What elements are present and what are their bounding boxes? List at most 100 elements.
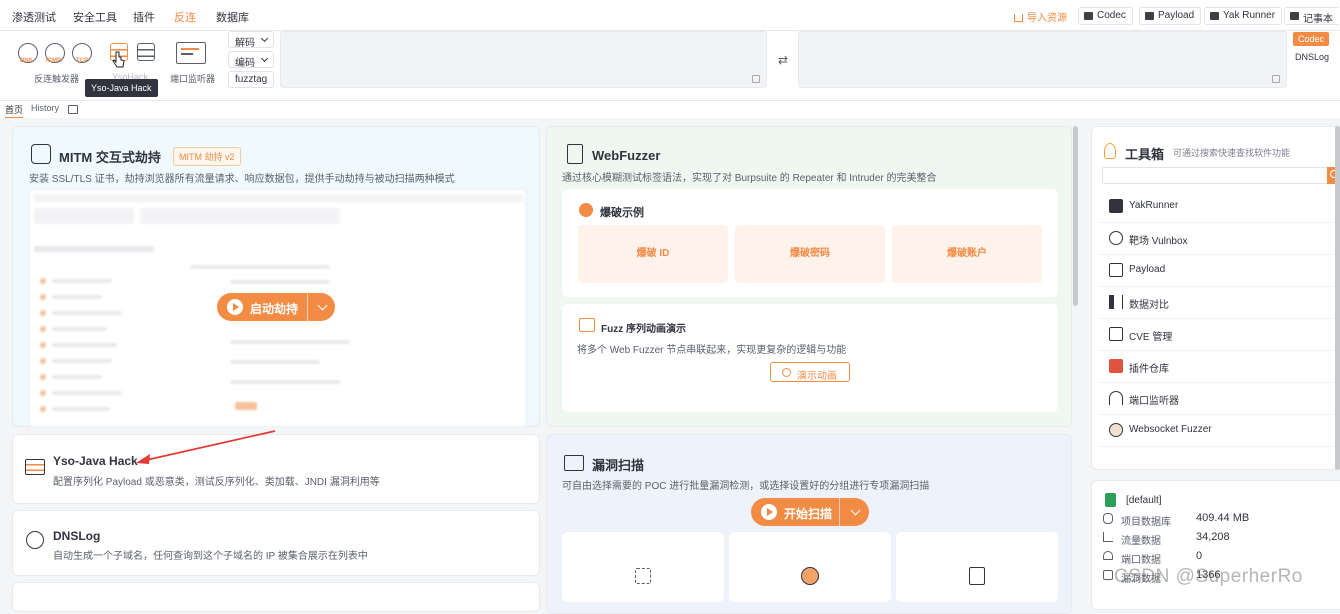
- menu-database[interactable]: 数据库: [216, 9, 249, 25]
- chart-icon: [1103, 532, 1113, 542]
- toolbox-item-yakrunner[interactable]: YakRunner: [1129, 200, 1178, 211]
- codec-button[interactable]: Codec: [1078, 7, 1133, 25]
- sequence-desc: 将多个 Web Fuzzer 节点串联起来，实现更复杂的逻辑与功能: [577, 345, 847, 356]
- copy-icon[interactable]: [752, 75, 760, 83]
- tcp-label: TCP: [76, 58, 88, 64]
- dnslog-desc: 自动生成一个子域名，任何查询到这个子域名的 IP 被集合展示在列表中: [53, 551, 368, 562]
- decode-label: 解码: [235, 38, 255, 49]
- notes-label: 记事本: [1303, 14, 1333, 25]
- vuln-icon: [1103, 570, 1113, 580]
- toolbox-item-cve[interactable]: CVE 管理: [1129, 328, 1172, 343]
- payload-label: Payload: [1158, 10, 1195, 21]
- start-scan-label: 开始扫描: [784, 507, 833, 521]
- swap-icon[interactable]: ⇄: [778, 53, 788, 67]
- start-scan-button[interactable]: 开始扫描: [751, 498, 869, 526]
- stat-value-port: 0: [1196, 550, 1203, 562]
- chevron-down-icon[interactable]: [317, 300, 328, 311]
- sequence-title: Fuzz 序列动画演示: [601, 324, 686, 335]
- tooltip: Yso-Java Hack: [85, 79, 158, 97]
- encode-label: 编码: [235, 58, 255, 69]
- menu-pentest[interactable]: 渗透测试: [12, 9, 56, 25]
- toolbox-item-port-listener[interactable]: 端口监听器: [1129, 392, 1179, 407]
- import-resources-button[interactable]: 导入资源: [1014, 9, 1067, 24]
- toolbox-item-vulnbox[interactable]: 靶场 Vulnbox: [1129, 232, 1188, 247]
- tab-home[interactable]: 首页: [5, 103, 24, 118]
- encode-select[interactable]: 编码: [228, 51, 274, 69]
- scrollbar-thumb[interactable]: [1073, 126, 1078, 306]
- target-icon: [1109, 231, 1123, 245]
- mitm-version-tag: MITM 劫持 v2: [173, 147, 241, 166]
- menu-security-tools[interactable]: 安全工具: [73, 9, 117, 25]
- scan-option-2[interactable]: [729, 532, 891, 602]
- scan-search-icon: [801, 567, 819, 585]
- menu-plugins[interactable]: 插件: [133, 9, 155, 25]
- vuln-scan-card[interactable]: 漏洞扫描 可自由选择需要的 POC 进行批量漏洞检测，或选择设置好的分组进行专项…: [546, 434, 1072, 614]
- yso-desc: 配置序列化 Payload 或恶意类，测试反序列化、类加载、JNDI 漏洞利用等: [53, 477, 380, 488]
- toolbox-item-payload[interactable]: Payload: [1129, 264, 1165, 275]
- copy-icon[interactable]: [1272, 75, 1280, 83]
- import-icon: [1014, 14, 1023, 22]
- webfuzzer-card[interactable]: WebFuzzer 通过核心模糊测试标签语法，实现了对 Burpsuite 的 …: [546, 126, 1072, 427]
- dnslog-card[interactable]: DNSLog 自动生成一个子域名，任何查询到这个子域名的 IP 被集合展示在列表…: [12, 510, 540, 576]
- next-card[interactable]: [12, 582, 540, 612]
- main-scrollbar[interactable]: [1073, 126, 1079, 601]
- icmp-label: ICMP: [46, 58, 61, 64]
- example-brute-id-button[interactable]: 爆破 ID: [578, 225, 728, 283]
- scan-option-1[interactable]: [562, 532, 724, 602]
- scan-option-3[interactable]: [896, 532, 1058, 602]
- payload-icon: [1109, 263, 1123, 277]
- port-listener-icon[interactable]: [176, 42, 206, 64]
- yak-runner-button[interactable]: Yak Runner: [1204, 7, 1283, 25]
- chevron-down-icon: [260, 54, 269, 63]
- play-icon: [782, 368, 791, 377]
- mitm-card[interactable]: MITM 交互式劫持 MITM 劫持 v2 安装 SSL/TLS 证书，劫持浏览…: [12, 126, 540, 427]
- table-icon[interactable]: [68, 105, 78, 114]
- yak-runner-label: Yak Runner: [1223, 10, 1276, 21]
- mouse-cursor-icon: [112, 51, 125, 68]
- page-tabs: 首页 History: [0, 101, 1340, 118]
- toolbox-item-plugin-store[interactable]: 插件仓库: [1129, 360, 1169, 375]
- codec-input-area[interactable]: [280, 31, 767, 88]
- vuln-scan-title: 漏洞扫描: [592, 458, 645, 473]
- stat-label-traffic: 流量数据: [1121, 536, 1161, 547]
- menu-reverse[interactable]: 反连: [174, 9, 196, 25]
- websocket-icon: [1109, 423, 1123, 437]
- example-brute-password-button[interactable]: 爆破密码: [735, 225, 885, 283]
- notes-button[interactable]: 记事本: [1284, 7, 1339, 25]
- right-dnslog-tab[interactable]: DNSLog: [1295, 52, 1329, 62]
- webfuzzer-desc: 通过核心模糊测试标签语法，实现了对 Burpsuite 的 Repeater 和…: [562, 173, 937, 184]
- example-brute-account-button[interactable]: 爆破账户: [892, 225, 1042, 283]
- file-icon: [1105, 493, 1116, 507]
- reverse-trigger-group-label: 反连触发器: [34, 74, 80, 84]
- headphones-icon: [1109, 391, 1123, 405]
- top-menu-bar: 渗透测试 安全工具 插件 反连 数据库 导入资源 Codec Payload Y…: [0, 0, 1340, 31]
- dns-label: DNS: [20, 58, 33, 64]
- codec-output-area[interactable]: [798, 31, 1287, 88]
- toolbox-subtitle: 可通过搜索快速查找软件功能: [1173, 148, 1291, 158]
- dnslog-title: DNSLog: [53, 529, 101, 543]
- server-stack-icon[interactable]: [137, 43, 155, 61]
- toolbox-item-compare[interactable]: 数据对比: [1129, 296, 1169, 311]
- toolbox-item-websocket-fuzzer[interactable]: Websocket Fuzzer: [1129, 424, 1212, 435]
- chevron-down-icon[interactable]: [850, 505, 861, 516]
- payload-button[interactable]: Payload: [1139, 7, 1202, 25]
- examples-title: 爆破示例: [600, 207, 644, 219]
- start-hijack-label: 启动劫持: [250, 302, 299, 316]
- play-icon: [761, 504, 777, 520]
- right-codec-tab[interactable]: Codec: [1293, 32, 1330, 46]
- demo-animation-label: 演示动画: [797, 371, 837, 382]
- toolbox-scrollbar[interactable]: [1335, 126, 1340, 470]
- yso-icon: [25, 459, 45, 475]
- vuln-scan-desc: 可自由选择需要的 POC 进行批量漏洞检测，或选择设置好的分组进行专项漏洞扫描: [562, 481, 930, 492]
- fuzztag-button[interactable]: fuzztag: [228, 71, 274, 88]
- decode-select[interactable]: 解码: [228, 31, 274, 49]
- import-label: 导入资源: [1027, 13, 1067, 24]
- tab-history[interactable]: History: [31, 103, 59, 113]
- toolbox-search-input[interactable]: [1102, 167, 1328, 184]
- demo-animation-button[interactable]: 演示动画: [770, 362, 850, 382]
- dnslog-icon: [26, 531, 44, 549]
- stat-label-port: 端口数据: [1121, 555, 1161, 566]
- project-name[interactable]: [default]: [1126, 495, 1162, 506]
- start-hijack-button[interactable]: 启动劫持: [217, 293, 335, 321]
- webfuzzer-title: WebFuzzer: [592, 148, 661, 163]
